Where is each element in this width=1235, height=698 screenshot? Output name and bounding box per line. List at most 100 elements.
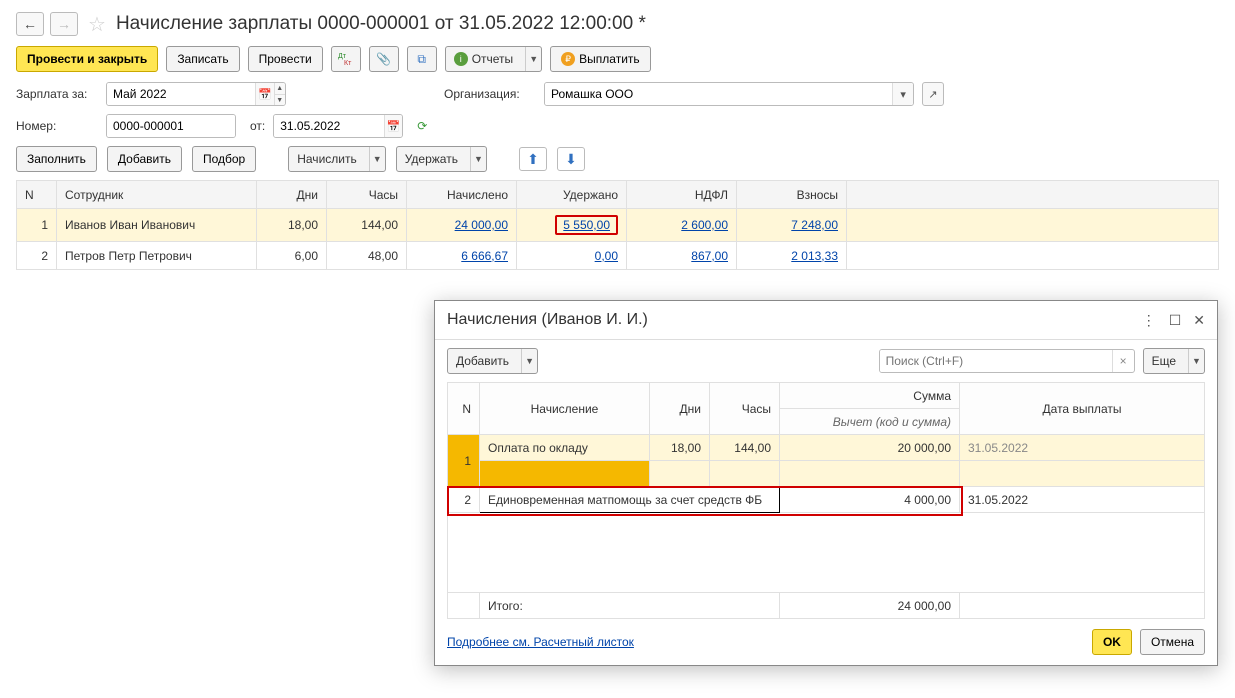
modal-search-input[interactable] — [880, 350, 1112, 372]
number-input[interactable] — [107, 115, 235, 137]
cell-accrual-name: Оплата по окладу — [480, 435, 650, 461]
col-employee: Сотрудник — [57, 181, 257, 209]
table-row[interactable]: 2Петров Петр Петрович6,0048,006 666,670,… — [17, 242, 1219, 270]
organization-field[interactable]: ▾ — [544, 82, 914, 106]
cell-contrib[interactable]: 2 013,33 — [737, 242, 847, 270]
accruals-modal: Начисления (Иванов И. И.) ⋮ ☐ ✕ Добавить… — [434, 300, 1218, 666]
number-field[interactable] — [106, 114, 236, 138]
modal-title: Начисления (Иванов И. И.) — [447, 311, 1142, 329]
refresh-icon[interactable]: ⟳ — [417, 119, 427, 133]
pick-button[interactable]: Подбор — [192, 146, 256, 172]
chevron-down-icon: ▼ — [369, 147, 385, 171]
total-sum: 24 000,00 — [780, 593, 960, 619]
paperclip-icon: 📎 — [376, 52, 391, 66]
post-and-close-button[interactable]: Провести и закрыть — [16, 46, 158, 72]
table-row[interactable]: 2Единовременная матпомощь за счет средст… — [448, 487, 1205, 513]
col-hours: Часы — [327, 181, 407, 209]
page-title: Начисление зарплаты 0000-000001 от 31.05… — [116, 13, 646, 35]
dcol-deduction: Вычет (код и сумма) — [780, 409, 960, 435]
cell-ndfl[interactable]: 867,00 — [627, 242, 737, 270]
dcol-n: N — [448, 383, 480, 435]
cell-n: 1 — [17, 209, 57, 242]
dcol-days: Дни — [650, 383, 710, 435]
stepper-down-icon[interactable]: ▼ — [274, 94, 286, 105]
accruals-table: N Начисление Дни Часы Сумма Дата выплаты… — [447, 382, 1205, 619]
more-icon[interactable]: ⋮ — [1142, 312, 1157, 329]
cell-contrib[interactable]: 7 248,00 — [737, 209, 847, 242]
modal-add-button[interactable]: Добавить ▼ — [447, 348, 538, 374]
table-row[interactable]: 1Иванов Иван Иванович18,00144,0024 000,0… — [17, 209, 1219, 242]
organization-label: Организация: — [444, 87, 536, 101]
ruble-icon: ₽ — [561, 52, 575, 66]
calendar-icon[interactable]: 📅 — [384, 115, 403, 137]
modal-search-field[interactable]: × — [879, 349, 1135, 373]
salary-period-field[interactable]: 📅 ▲▼ — [106, 82, 286, 106]
reports-button[interactable]: iОтчеты ▼ — [445, 46, 542, 72]
open-organization-button[interactable]: ↗ — [922, 82, 944, 106]
stepper-up-icon[interactable]: ▲ — [274, 83, 286, 94]
cell-employee: Иванов Иван Иванович — [57, 209, 257, 242]
date-input[interactable] — [274, 115, 383, 137]
cell-deducted[interactable]: 5 550,00 — [517, 209, 627, 242]
table-subrow — [448, 461, 1205, 487]
organization-input[interactable] — [545, 83, 892, 105]
add-row-button[interactable]: Добавить — [107, 146, 182, 172]
chevron-down-icon: ▼ — [521, 349, 537, 373]
cell-accrued[interactable]: 6 666,67 — [407, 242, 517, 270]
table-row[interactable]: 1Оплата по окладу18,00144,0020 000,0031.… — [448, 435, 1205, 461]
dcol-hours: Часы — [710, 383, 780, 435]
col-spacer — [847, 181, 1219, 209]
clear-search-icon[interactable]: × — [1112, 350, 1134, 372]
structure-icon: ⧉ — [417, 52, 426, 67]
calendar-icon[interactable]: 📅 — [255, 83, 273, 105]
nav-back-button[interactable]: ← — [16, 12, 44, 36]
col-days: Дни — [257, 181, 327, 209]
cell-deducted[interactable]: 0,00 — [517, 242, 627, 270]
col-contrib: Взносы — [737, 181, 847, 209]
date-field[interactable]: 📅 — [273, 114, 403, 138]
favorite-star-icon[interactable]: ☆ — [88, 12, 106, 37]
cancel-button[interactable]: Отмена — [1140, 629, 1205, 655]
cell-days: 18,00 — [257, 209, 327, 242]
dtkt-button[interactable]: ДтКт — [331, 46, 361, 72]
number-label: Номер: — [16, 119, 98, 133]
cell-ndfl[interactable]: 2 600,00 — [627, 209, 737, 242]
attachment-button[interactable]: 📎 — [369, 46, 399, 72]
cell-days: 18,00 — [650, 435, 710, 461]
ok-button[interactable]: OK — [1092, 629, 1132, 655]
dcol-accrual: Начисление — [480, 383, 650, 435]
maximize-icon[interactable]: ☐ — [1169, 312, 1182, 329]
move-up-button[interactable]: ⬆ — [519, 147, 547, 171]
dropdown-icon[interactable]: ▾ — [892, 83, 913, 105]
salary-for-label: Зарплата за: — [16, 87, 98, 101]
payroll-slip-link[interactable]: Подробнее см. Расчетный листок — [447, 635, 634, 649]
cell-accrual-name[interactable]: Единовременная матпомощь за счет средств… — [480, 487, 780, 513]
deduct-button[interactable]: Удержать ▼ — [396, 146, 487, 172]
salary-period-input[interactable] — [107, 83, 255, 105]
total-label: Итого: — [480, 593, 780, 619]
col-accrued: Начислено — [407, 181, 517, 209]
svg-text:Дт: Дт — [338, 53, 347, 60]
close-icon[interactable]: ✕ — [1193, 312, 1205, 329]
svg-text:Кт: Кт — [344, 60, 352, 66]
structure-button[interactable]: ⧉ — [407, 46, 437, 72]
cell-paydate: 31.05.2022 — [960, 435, 1205, 461]
post-button[interactable]: Провести — [248, 46, 323, 72]
cell-hours: 144,00 — [327, 209, 407, 242]
cell-sum: 4 000,00 — [780, 487, 960, 513]
accrue-button[interactable]: Начислить ▼ — [288, 146, 385, 172]
cell-paydate: 31.05.2022 — [960, 487, 1205, 513]
nav-forward-button: → — [50, 12, 78, 36]
col-ndfl: НДФЛ — [627, 181, 737, 209]
cell-employee: Петров Петр Петрович — [57, 242, 257, 270]
move-down-button[interactable]: ⬇ — [557, 147, 585, 171]
pay-button[interactable]: ₽Выплатить — [550, 46, 651, 72]
cell-n: 1 — [448, 435, 480, 487]
save-button[interactable]: Записать — [166, 46, 239, 72]
cell-accrued[interactable]: 24 000,00 — [407, 209, 517, 242]
fill-button[interactable]: Заполнить — [16, 146, 97, 172]
cell-sum: 20 000,00 — [780, 435, 960, 461]
modal-more-button[interactable]: Еще ▼ — [1143, 348, 1205, 374]
cell-days: 6,00 — [257, 242, 327, 270]
col-n: N — [17, 181, 57, 209]
